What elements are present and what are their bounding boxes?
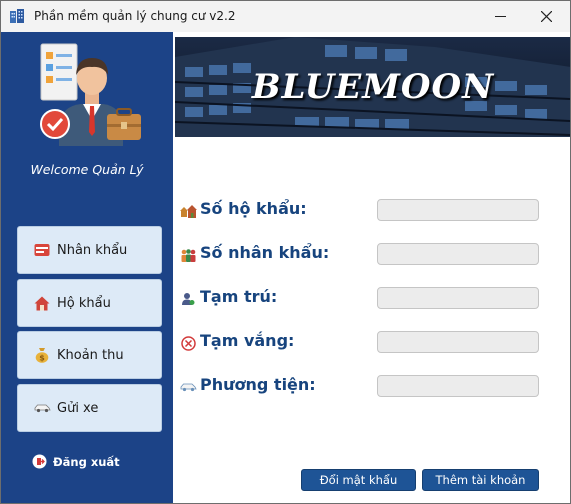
window-title: Phần mềm quản lý chung cư v2.2 (34, 9, 236, 23)
phuong-tien-input[interactable] (377, 375, 539, 397)
banner: BLUEMOON (175, 37, 570, 137)
welcome-text: Welcome Quản Lý (30, 162, 144, 177)
house-icon (33, 294, 51, 312)
car-icon (179, 378, 197, 396)
money-bag-icon: $ (33, 346, 51, 364)
field-label-tam-vang: Tạm vắng: (200, 331, 295, 350)
tam-tru-input[interactable] (377, 287, 539, 309)
svg-text:$: $ (39, 354, 45, 363)
nav-khoan-thu-label: Khoản thu (57, 347, 124, 363)
close-button[interactable] (523, 1, 569, 32)
nav-nhan-khau-label: Nhân khẩu (57, 242, 128, 258)
so-nhan-khau-input[interactable] (377, 243, 539, 265)
minimize-icon (494, 16, 506, 17)
field-label-so-ho-khau: Số hộ khẩu: (200, 199, 307, 218)
nav-nhan-khau-button[interactable]: Nhân khẩu (17, 226, 162, 274)
nav-khoan-thu-button[interactable]: $ Khoản thu (17, 331, 162, 379)
title-bar[interactable]: Phần mềm quản lý chung cư v2.2 (1, 1, 570, 32)
field-so-nhan-khau: Số nhân khẩu: (179, 243, 539, 267)
houses-icon (179, 202, 197, 220)
nav-gui-xe-label: Gửi xe (57, 400, 99, 416)
people-icon (179, 246, 197, 264)
so-ho-khau-input[interactable] (377, 199, 539, 221)
logout-label: Đăng xuất (53, 454, 120, 469)
car-icon (33, 399, 51, 417)
add-account-button[interactable]: Thêm tài khoản (422, 469, 539, 491)
field-tam-tru: Tạm trú: (179, 287, 539, 311)
nav-ho-khau-button[interactable]: Hộ khẩu (17, 279, 162, 327)
nav-gui-xe-button[interactable]: Gửi xe (17, 384, 162, 432)
field-label-phuong-tien: Phương tiện: (200, 375, 316, 394)
minimize-button[interactable] (477, 1, 523, 32)
logout-button[interactable]: Đăng xuất (32, 454, 120, 469)
field-tam-vang: Tạm vắng: (179, 331, 539, 355)
tam-vang-input[interactable] (377, 331, 539, 353)
building-app-icon (10, 9, 24, 23)
close-icon (540, 11, 552, 22)
logout-icon (32, 454, 47, 469)
banner-title: BLUEMOON (251, 67, 495, 107)
nav-ho-khau-label: Hộ khẩu (57, 295, 111, 311)
cancel-circle-icon (179, 334, 197, 352)
field-so-ho-khau: Số hộ khẩu: (179, 199, 539, 223)
person-icon (179, 290, 197, 308)
app-window: Phần mềm quản lý chung cư v2.2 Welcome Q… (0, 0, 571, 504)
field-label-tam-tru: Tạm trú: (200, 287, 278, 306)
manager-avatar-icon (40, 43, 141, 146)
change-password-button[interactable]: Đổi mật khẩu (301, 469, 416, 491)
field-label-so-nhan-khau: Số nhân khẩu: (200, 243, 330, 262)
field-phuong-tien: Phương tiện: (179, 375, 539, 399)
sidebar: Welcome Quản Lý Nhân khẩu Hộ khẩu $ Khoả… (1, 32, 173, 503)
id-card-icon (33, 241, 51, 259)
